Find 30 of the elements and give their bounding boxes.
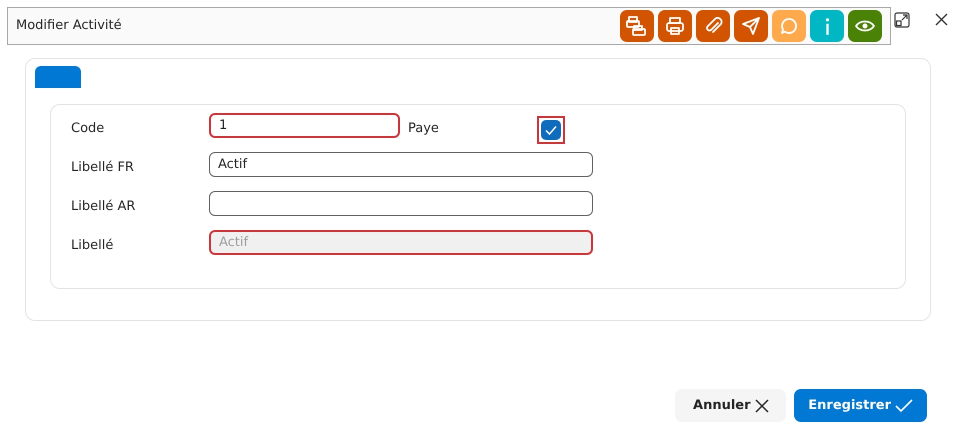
- info-button[interactable]: [810, 10, 844, 42]
- checkbox-label: Paye: [407, 120, 440, 138]
- input-field[interactable]: 1: [209, 113, 400, 138]
- field-label: Libellé FR: [71, 159, 135, 177]
- paper-plane-button[interactable]: [734, 10, 768, 42]
- expand-button[interactable]: [894, 12, 910, 28]
- check-icon: [895, 398, 913, 412]
- paperclip-button[interactable]: [696, 10, 730, 42]
- info-icon: [824, 18, 830, 34]
- eye-button[interactable]: [848, 10, 882, 42]
- field-label: Code: [71, 120, 106, 138]
- close-button[interactable]: [935, 13, 948, 26]
- save-button[interactable]: Enregistrer: [794, 389, 927, 422]
- printers-icon: [626, 15, 648, 37]
- field-label: Libellé AR: [71, 198, 136, 216]
- speech-bubble-icon: [778, 15, 800, 37]
- field-label: Libellé: [71, 237, 114, 255]
- input-field[interactable]: Actif: [209, 152, 593, 177]
- input-field[interactable]: [209, 191, 593, 216]
- checkbox[interactable]: [541, 120, 561, 140]
- printer-button[interactable]: [658, 10, 692, 42]
- check-icon: [544, 123, 558, 137]
- close-icon: [935, 13, 948, 26]
- paper-plane-icon: [740, 15, 762, 37]
- printer-icon: [664, 15, 686, 37]
- window-title: Modifier Activité: [16, 17, 122, 36]
- expand-icon: [894, 12, 910, 28]
- close-icon: [754, 398, 769, 412]
- printers-button[interactable]: [620, 10, 654, 42]
- cancel-button[interactable]: Annuler: [675, 389, 786, 422]
